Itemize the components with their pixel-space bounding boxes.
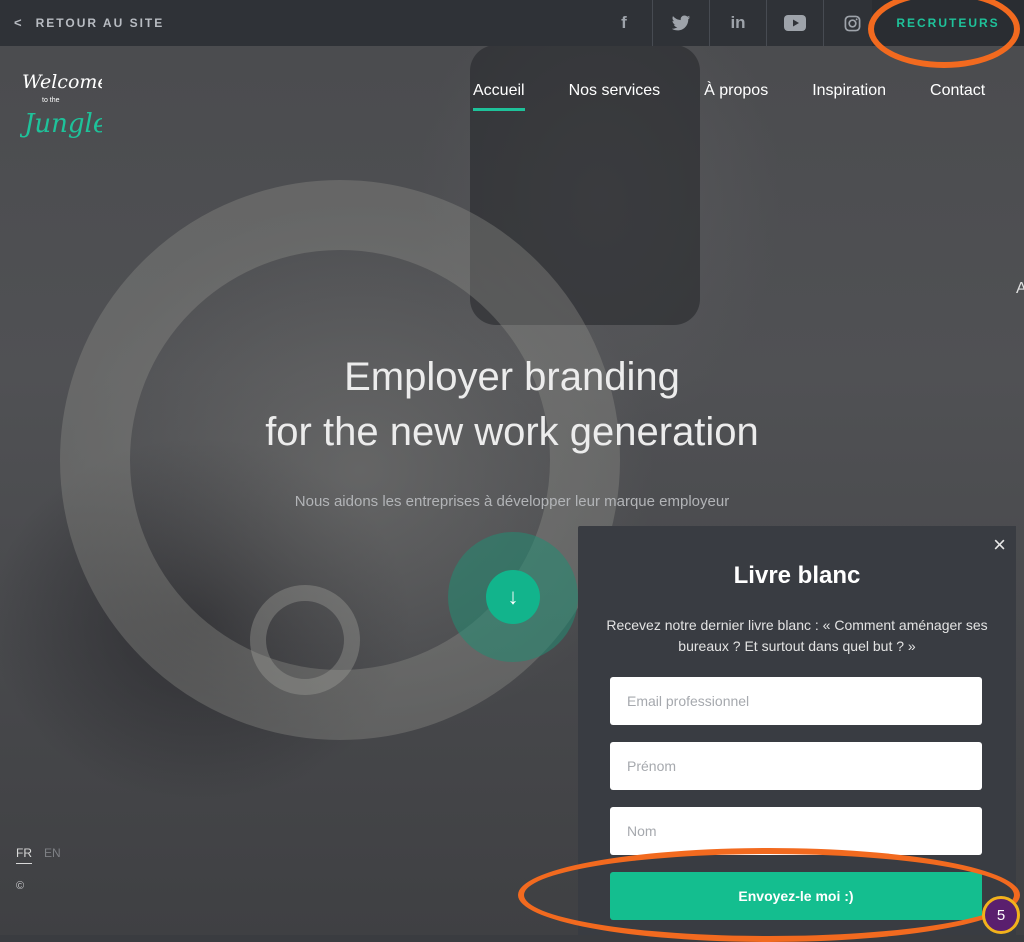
logo-line-2: to the [42, 97, 60, 104]
twitter-icon[interactable] [652, 0, 709, 46]
hero-title-line-2: for the new work generation [265, 410, 759, 454]
back-to-site-link[interactable]: < RETOUR AU SITE [14, 0, 164, 46]
copyright: © [16, 880, 25, 892]
hero-title-line-1: Employer branding [344, 355, 680, 399]
instagram-camera-glyph [844, 15, 860, 31]
step-number-badge: 5 [982, 896, 1020, 934]
nav-item-a-propos[interactable]: À propos [704, 80, 768, 102]
close-icon[interactable]: × [993, 534, 1006, 556]
chevron-left-icon: < [14, 15, 24, 30]
logo-line-3: Jungle [20, 109, 102, 139]
nav-item-nos-services[interactable]: Nos services [569, 80, 661, 102]
annotation-ellipse-send-button [518, 848, 1020, 942]
email-field[interactable] [610, 677, 982, 725]
welcome-to-the-jungle-logo[interactable]: Welcome to the Jungle [20, 66, 102, 140]
linkedin-icon[interactable]: in [709, 0, 766, 46]
first-name-field[interactable] [610, 742, 982, 790]
background-knob-shape [250, 585, 360, 695]
language-switcher: FR EN [16, 846, 61, 864]
youtube-icon[interactable] [766, 0, 823, 46]
nav-item-contact[interactable]: Contact [930, 80, 985, 102]
language-en[interactable]: EN [44, 846, 61, 864]
arrow-down-icon: ↓ [507, 584, 519, 609]
nav-item-accueil[interactable]: Accueil [473, 80, 525, 111]
youtube-play-glyph [784, 15, 806, 31]
logo-line-1: Welcome [22, 71, 102, 93]
back-to-site-label: RETOUR AU SITE [35, 16, 165, 30]
hero-subtitle: Nous aidons les entreprises à développer… [294, 493, 730, 510]
social-links: f in [596, 0, 880, 46]
popup-title: Livre blanc [733, 562, 861, 589]
popup-description: Recevez notre dernier livre blanc : « Co… [606, 617, 988, 654]
facebook-icon[interactable]: f [596, 0, 652, 46]
hero-title: Employer branding for the new work gener… [0, 350, 1024, 460]
scroll-down-button[interactable]: ↓ [486, 570, 540, 624]
twitter-bird-glyph [671, 15, 691, 30]
offscreen-letter: A [1016, 280, 1024, 297]
nav-item-inspiration[interactable]: Inspiration [812, 80, 886, 102]
main-navigation: Accueil Nos services À propos Inspiratio… [473, 80, 985, 111]
language-fr[interactable]: FR [16, 846, 32, 864]
